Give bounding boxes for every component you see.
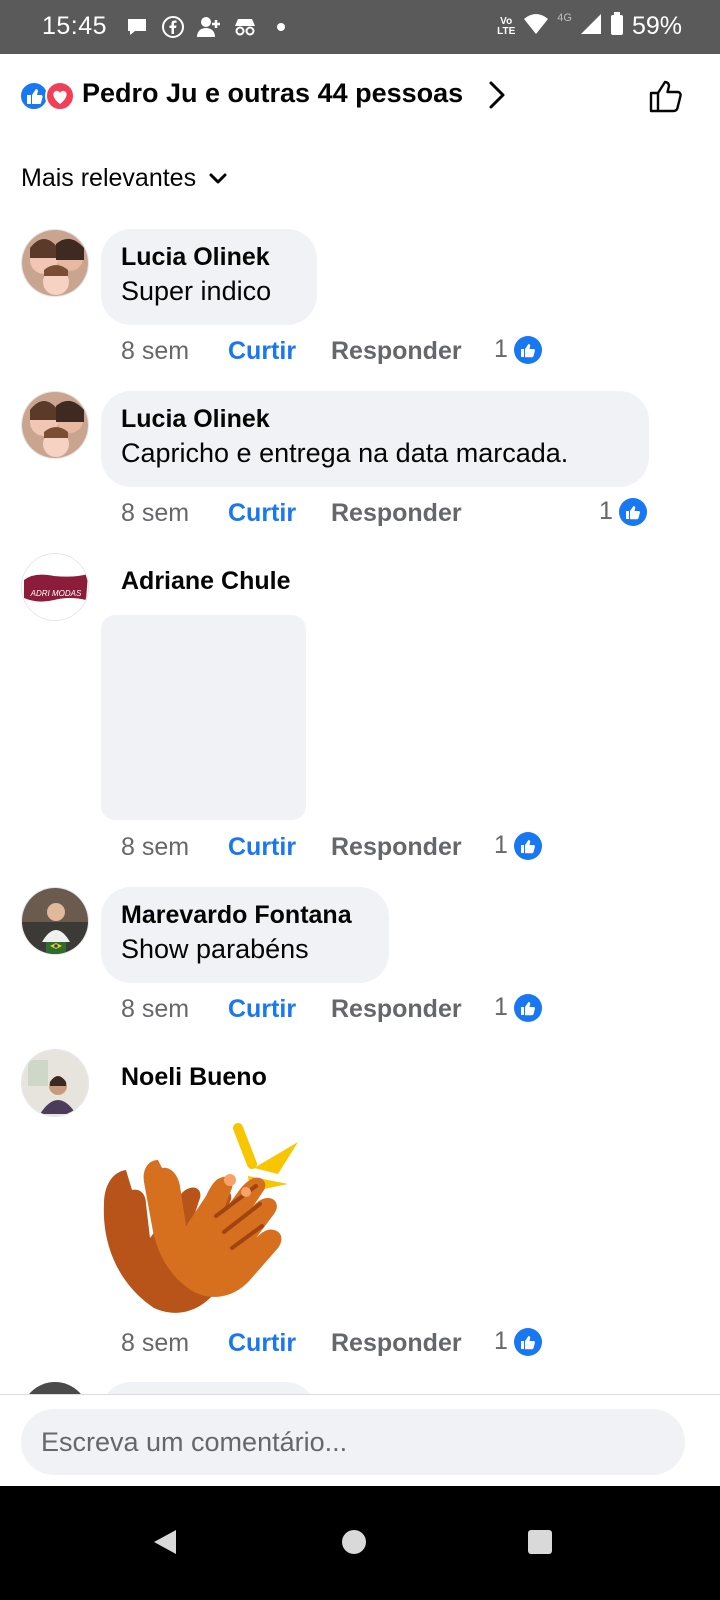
- comment-time[interactable]: 8 sem: [121, 833, 189, 862]
- comment-actions: 8 sem Curtir Responder 1: [121, 335, 551, 371]
- avatar[interactable]: [21, 1049, 89, 1117]
- sort-dropdown[interactable]: Mais relevantes: [21, 164, 228, 193]
- sort-label: Mais relevantes: [21, 164, 197, 192]
- reactions-summary-text: Pedro Ju e outras 44 pessoas: [82, 78, 464, 108]
- like-comment-button[interactable]: Curtir: [228, 337, 296, 366]
- comment-reaction-count[interactable]: 1: [494, 1327, 542, 1356]
- comment-time[interactable]: 8 sem: [121, 1329, 189, 1358]
- avatar[interactable]: [21, 887, 89, 955]
- like-count: 1: [494, 335, 508, 363]
- comment-author[interactable]: Marevardo Fontana: [121, 899, 369, 931]
- facebook-icon: [160, 14, 186, 40]
- reply-button[interactable]: Responder: [331, 833, 462, 862]
- comment-image[interactable]: [101, 615, 306, 820]
- comment-text: Show parabéns: [121, 934, 309, 964]
- battery-icon: [610, 12, 624, 41]
- like-count: 1: [599, 497, 613, 525]
- notification-icons: [124, 14, 294, 40]
- avatar-logo-text: ADRI MODAS: [30, 589, 82, 598]
- comment-actions: 8 sem Curtir Responder 1: [121, 497, 661, 533]
- like-comment-button[interactable]: Curtir: [228, 1329, 296, 1358]
- comment-composer: [0, 1394, 720, 1486]
- chevron-right-icon: [488, 80, 506, 115]
- comment-reaction-count[interactable]: 1: [599, 497, 647, 526]
- like-reaction-icon: [19, 81, 49, 111]
- reaction-icons: [18, 80, 78, 112]
- avatar[interactable]: ADRI MODAS: [21, 553, 89, 621]
- like-comment-button[interactable]: Curtir: [228, 833, 296, 862]
- home-icon[interactable]: [336, 1524, 372, 1560]
- love-reaction-icon: [45, 81, 75, 111]
- add-person-icon: [196, 14, 222, 40]
- like-reaction-icon: [618, 497, 647, 526]
- battery-percent: 59%: [631, 12, 682, 40]
- like-reaction-icon: [513, 831, 542, 860]
- comment-bubble[interactable]: Lucia Olinek Capricho e entrega na data …: [101, 391, 649, 487]
- system-nav-bar: [0, 1486, 720, 1600]
- comment-text: Super indico: [121, 276, 272, 306]
- volte-bottom-label: LTE: [497, 25, 516, 37]
- comment-actions: 8 sem Curtir Responder 1: [121, 1327, 551, 1363]
- system-icons: Vo LTE 4G 59%: [497, 12, 682, 41]
- comment-reaction-count[interactable]: 1: [494, 831, 542, 860]
- like-count: 1: [494, 1327, 508, 1355]
- comment-author[interactable]: Adriane Chule: [121, 565, 290, 597]
- status-time: 15:45: [42, 12, 108, 40]
- like-button-icon[interactable]: [646, 76, 686, 121]
- wifi-icon: [523, 13, 549, 40]
- like-reaction-icon: [513, 1327, 542, 1356]
- comment-bubble[interactable]: Marevardo Fontana Show parabéns: [101, 887, 389, 983]
- back-icon[interactable]: [147, 1524, 183, 1560]
- comment-time[interactable]: 8 sem: [121, 499, 189, 528]
- like-count: 1: [494, 993, 508, 1021]
- comment-actions: 8 sem Curtir Responder 1: [121, 993, 551, 1029]
- volte-icon: Vo LTE: [497, 16, 516, 37]
- comment-reaction-count[interactable]: 1: [494, 993, 542, 1022]
- signal-icon: [580, 13, 602, 40]
- reply-button[interactable]: Responder: [331, 1329, 462, 1358]
- comment-time[interactable]: 8 sem: [121, 337, 189, 366]
- dot-icon: [268, 14, 294, 40]
- incognito-icon: [232, 14, 258, 40]
- reactions-summary[interactable]: Pedro Ju e outras 44 pessoas: [18, 74, 702, 118]
- comment-author[interactable]: Lucia Olinek: [121, 403, 629, 435]
- message-bubble-icon: [124, 14, 150, 40]
- comment-author[interactable]: Noeli Bueno: [121, 1061, 267, 1093]
- like-comment-button[interactable]: Curtir: [228, 499, 296, 528]
- comment-time[interactable]: 8 sem: [121, 995, 189, 1024]
- avatar[interactable]: [21, 391, 89, 459]
- like-reaction-icon: [513, 993, 542, 1022]
- network-type: 4G: [557, 12, 572, 24]
- comment-author[interactable]: Lucia Olinek: [121, 241, 297, 273]
- like-count: 1: [494, 831, 508, 859]
- like-comment-button[interactable]: Curtir: [228, 995, 296, 1024]
- comment-text: Capricho e entrega na data marcada.: [121, 438, 569, 468]
- recent-apps-icon[interactable]: [522, 1524, 558, 1560]
- like-reaction-icon: [513, 335, 542, 364]
- comment-reaction-count[interactable]: 1: [494, 335, 542, 364]
- comment-actions: 8 sem Curtir Responder 1: [121, 831, 551, 867]
- comment-bubble[interactable]: Lucia Olinek Super indico: [101, 229, 317, 325]
- reply-button[interactable]: Responder: [331, 995, 462, 1024]
- reply-button[interactable]: Responder: [331, 337, 462, 366]
- clapping-hands-sticker[interactable]: [96, 1120, 306, 1315]
- chevron-down-icon: [208, 164, 228, 193]
- reply-button[interactable]: Responder: [331, 499, 462, 528]
- status-bar: 15:45 Vo LTE 4G 59%: [0, 0, 720, 54]
- comment-input[interactable]: [21, 1409, 685, 1475]
- avatar[interactable]: [21, 229, 89, 297]
